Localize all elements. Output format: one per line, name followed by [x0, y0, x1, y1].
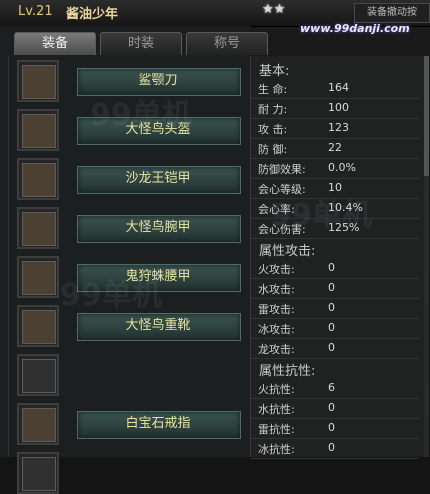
- stat-label: 火抗性:: [258, 383, 295, 396]
- stat-row: 耐 力: 100: [251, 98, 419, 119]
- item-name: 大怪鸟重靴: [125, 318, 191, 333]
- player-name: 酱油少年: [66, 7, 119, 22]
- equipment-slot[interactable]: [17, 256, 59, 298]
- stat-row: 龙攻击: 0: [251, 338, 419, 359]
- equipment-slot[interactable]: [17, 452, 59, 494]
- equipment-slot[interactable]: [17, 305, 59, 347]
- stat-label: 生 命:: [258, 83, 288, 96]
- boots-icon: [22, 310, 56, 344]
- stat-value: 0: [328, 421, 335, 434]
- stat-value: 0.0%: [328, 161, 356, 174]
- equipment-slot[interactable]: [17, 158, 59, 200]
- stat-row: 水攻击: 0: [251, 278, 419, 299]
- item-name: 白宝石戒指: [125, 416, 191, 431]
- equipment-slot[interactable]: [17, 60, 59, 102]
- waist-armor-icon: [22, 261, 56, 295]
- ring-icon: [22, 408, 56, 442]
- basic-stats-heading: 基本:: [259, 64, 290, 79]
- stat-value: 0: [328, 341, 335, 354]
- stat-row: 雷攻击: 0: [251, 298, 419, 319]
- stat-row: 雷抗性: 0: [251, 418, 419, 439]
- scrollbar[interactable]: [424, 56, 429, 457]
- stat-value: 125%: [328, 221, 360, 234]
- stat-label: 防 御:: [258, 143, 288, 156]
- stat-value: 164: [328, 81, 349, 94]
- stat-value: 10: [328, 181, 342, 194]
- item-name: 大怪鸟腕甲: [125, 220, 191, 235]
- stat-row: 冰抗性: 0: [251, 438, 419, 459]
- stat-row: 攻 击: 123: [251, 118, 419, 139]
- stat-label: 雷攻击:: [258, 303, 295, 316]
- equipment-slot-list: 鲨颚刀大怪鸟头盔沙龙王铠甲大怪鸟腕甲鬼狩蛛腰甲大怪鸟重靴白宝石戒指: [8, 56, 249, 494]
- stat-value: 0: [328, 401, 335, 414]
- equipment-slot[interactable]: [17, 403, 59, 445]
- tab-equipment[interactable]: 装备: [14, 32, 96, 55]
- star-rating: ★★: [262, 2, 285, 17]
- stat-value: 100: [328, 101, 349, 114]
- gauntlet-icon: [22, 212, 56, 246]
- stat-row: 防御效果: 0.0%: [251, 158, 419, 179]
- stat-row: 火攻击: 0: [251, 258, 419, 279]
- stat-value: 0: [328, 441, 335, 454]
- stat-label: 水抗性:: [258, 403, 295, 416]
- equipment-slot[interactable]: [17, 354, 59, 396]
- item-name: 沙龙王铠甲: [125, 171, 191, 186]
- stat-value: 0: [328, 281, 335, 294]
- stat-row: 水抗性: 0: [251, 398, 419, 419]
- scrollbar-thumb[interactable]: [424, 56, 429, 176]
- stat-label: 会心率:: [258, 203, 295, 216]
- star-icon: ★★: [262, 2, 286, 17]
- stat-row: 防 御: 22: [251, 138, 419, 159]
- tab-title[interactable]: 称号: [186, 32, 268, 55]
- empty-slot-icon: [22, 457, 56, 491]
- stat-label: 雷抗性:: [258, 423, 295, 436]
- stats-panel: 基本: 生 命: 164 耐 力: 100 攻 击: 123 防 御: 22 防御效果: 0.0%…: [250, 56, 426, 459]
- stat-label: 攻 击:: [258, 123, 288, 136]
- compare-button[interactable]: 装备撤动按: [354, 3, 430, 23]
- stat-label: 会心等级:: [258, 183, 306, 196]
- stat-label: 火攻击:: [258, 263, 295, 276]
- equipment-slot[interactable]: [17, 109, 59, 151]
- stat-label: 冰攻击:: [258, 323, 295, 336]
- stat-label: 龙攻击:: [258, 343, 295, 356]
- equipment-slot[interactable]: [17, 207, 59, 249]
- character-panel: Lv.21 酱油少年 ★★ 装备撤动按 www.99danji.com 装备 时…: [0, 0, 430, 494]
- stat-label: 会心伤害:: [258, 223, 306, 236]
- stat-value: 10.4%: [328, 201, 363, 214]
- watermark: www.99danji.com: [300, 22, 410, 35]
- stat-value: 0: [328, 321, 335, 334]
- item-name: 大怪鸟头盔: [125, 122, 191, 137]
- chest-armor-icon: [22, 163, 56, 197]
- helmet-icon: [22, 114, 56, 148]
- stat-row: 火抗性: 6: [251, 378, 419, 399]
- stat-value: 0: [328, 301, 335, 314]
- stat-label: 冰抗性:: [258, 443, 295, 456]
- item-name: 鬼狩蛛腰甲: [125, 269, 191, 284]
- attribute-resist-heading: 属性抗性:: [259, 364, 316, 379]
- stat-row: 会心等级: 10: [251, 178, 419, 199]
- sword-icon: [22, 65, 56, 99]
- stat-label: 耐 力:: [258, 103, 288, 116]
- stat-row: 会心率: 10.4%: [251, 198, 419, 219]
- stat-row: 生 命: 164: [251, 78, 419, 99]
- stat-row: 会心伤害: 125%: [251, 218, 419, 239]
- stat-label: 防御效果:: [258, 163, 306, 176]
- stat-value: 0: [328, 261, 335, 274]
- player-level: Lv.21: [18, 4, 53, 19]
- empty-slot-icon: [22, 359, 56, 393]
- item-name: 鲨颚刀: [138, 73, 178, 88]
- stat-value: 123: [328, 121, 349, 134]
- stat-label: 水攻击:: [258, 283, 295, 296]
- tab-fashion[interactable]: 时装: [100, 32, 182, 55]
- attribute-attack-heading: 属性攻击:: [259, 244, 316, 259]
- stat-row: 冰攻击: 0: [251, 318, 419, 339]
- stat-value: 6: [328, 381, 335, 394]
- stat-value: 22: [328, 141, 342, 154]
